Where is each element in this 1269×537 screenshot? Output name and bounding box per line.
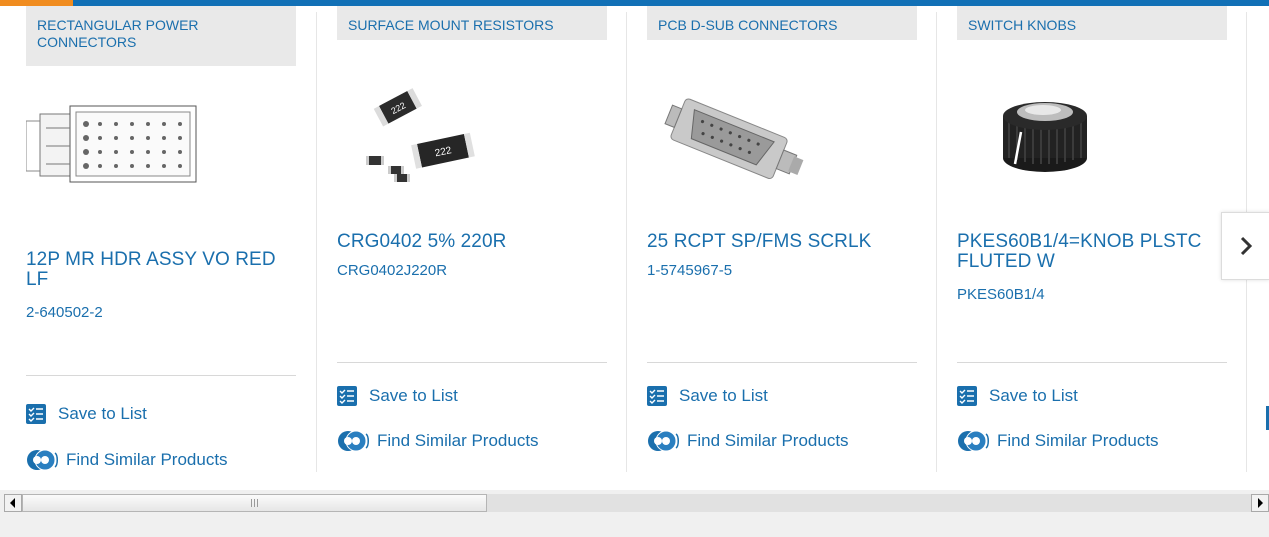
- arrow-right-icon: [1258, 498, 1263, 508]
- find-similar-icon: [338, 430, 369, 452]
- product-image-knob[interactable]: [957, 76, 1197, 196]
- card-divider: [26, 375, 296, 376]
- save-to-list-label: Save to List: [989, 386, 1078, 405]
- part-number-link[interactable]: 2-640502-2: [26, 304, 103, 321]
- horizontal-scrollbar-area: [0, 490, 1269, 537]
- product-card: SWITCH KNOBS PKES60B1/4=KNOB PLSTC FLUTE…: [957, 6, 1237, 468]
- save-to-list-button[interactable]: Save to List: [26, 402, 147, 426]
- find-similar-label: Find Similar Products: [377, 431, 539, 450]
- save-to-list-label: Save to List: [369, 386, 458, 405]
- product-image-dsub[interactable]: [647, 76, 887, 196]
- part-number-link[interactable]: 1-5745967-5: [647, 262, 732, 279]
- save-to-list-button[interactable]: Save to List: [957, 384, 1078, 408]
- category-label[interactable]: PCB D-SUB CONNECTORS: [647, 6, 917, 40]
- save-to-list-button[interactable]: Save to List: [337, 384, 458, 408]
- find-similar-label: Find Similar Products: [997, 431, 1159, 450]
- find-similar-icon: [27, 449, 58, 471]
- card-separator: [316, 12, 317, 472]
- product-card: SURFACE MOUNT RESISTORS 222 222 CRG0402 …: [337, 6, 617, 468]
- card-divider: [957, 362, 1227, 363]
- product-title-link[interactable]: 25 RCPT SP/FMS SCRLK: [647, 232, 917, 252]
- product-image-resistor[interactable]: 222 222: [337, 76, 577, 196]
- category-label[interactable]: SWITCH KNOBS: [957, 6, 1227, 40]
- card-divider: [647, 362, 917, 363]
- arrow-left-icon: [10, 498, 15, 508]
- category-label[interactable]: RECTANGULAR POWER CONNECTORS: [26, 6, 296, 66]
- find-similar-label: Find Similar Products: [66, 450, 228, 469]
- checklist-icon: [26, 404, 46, 424]
- product-title-link[interactable]: CRG0402 5% 220R: [337, 232, 607, 252]
- find-similar-button[interactable]: Find Similar Products: [26, 448, 228, 472]
- checklist-icon: [647, 386, 667, 406]
- save-to-list-button[interactable]: Save to List: [647, 384, 768, 408]
- save-to-list-label: Save to List: [58, 404, 147, 423]
- card-divider: [337, 362, 607, 363]
- part-number-link[interactable]: PKES60B1/4: [957, 286, 1045, 303]
- product-card: PCB D-SUB CONNECTORS 25 RCPT SP/FMS SCRL…: [647, 6, 927, 468]
- product-title-link[interactable]: 12P MR HDR ASSY VO RED LF: [26, 250, 296, 290]
- find-similar-label: Find Similar Products: [687, 431, 849, 450]
- part-number-link[interactable]: CRG0402J220R: [337, 262, 447, 279]
- product-card: RECTANGULAR POWER CONNECTORS 12P MR HDR …: [26, 6, 306, 471]
- product-image-connector[interactable]: [26, 76, 266, 196]
- product-title-link[interactable]: PKES60B1/4=KNOB PLSTC FLUTED W: [957, 232, 1227, 272]
- find-similar-icon: [648, 430, 679, 452]
- find-similar-button[interactable]: Find Similar Products: [957, 429, 1159, 453]
- find-similar-icon: [958, 430, 989, 452]
- card-separator: [936, 12, 937, 472]
- find-similar-button[interactable]: Find Similar Products: [647, 429, 849, 453]
- scroll-left-button[interactable]: [4, 494, 22, 512]
- save-to-list-label: Save to List: [679, 386, 768, 405]
- scroll-right-button[interactable]: [1251, 494, 1269, 512]
- carousel-next-button[interactable]: [1221, 212, 1269, 280]
- chevron-right-icon: [1240, 236, 1253, 256]
- category-label[interactable]: SURFACE MOUNT RESISTORS: [337, 6, 607, 40]
- product-carousel: RECTANGULAR POWER CONNECTORS 12P MR HDR …: [0, 6, 1269, 490]
- card-separator: [626, 12, 627, 472]
- grip-icon: [250, 494, 259, 512]
- checklist-icon: [957, 386, 977, 406]
- checklist-icon: [337, 386, 357, 406]
- find-similar-button[interactable]: Find Similar Products: [337, 429, 539, 453]
- scrollbar-thumb[interactable]: [22, 494, 487, 512]
